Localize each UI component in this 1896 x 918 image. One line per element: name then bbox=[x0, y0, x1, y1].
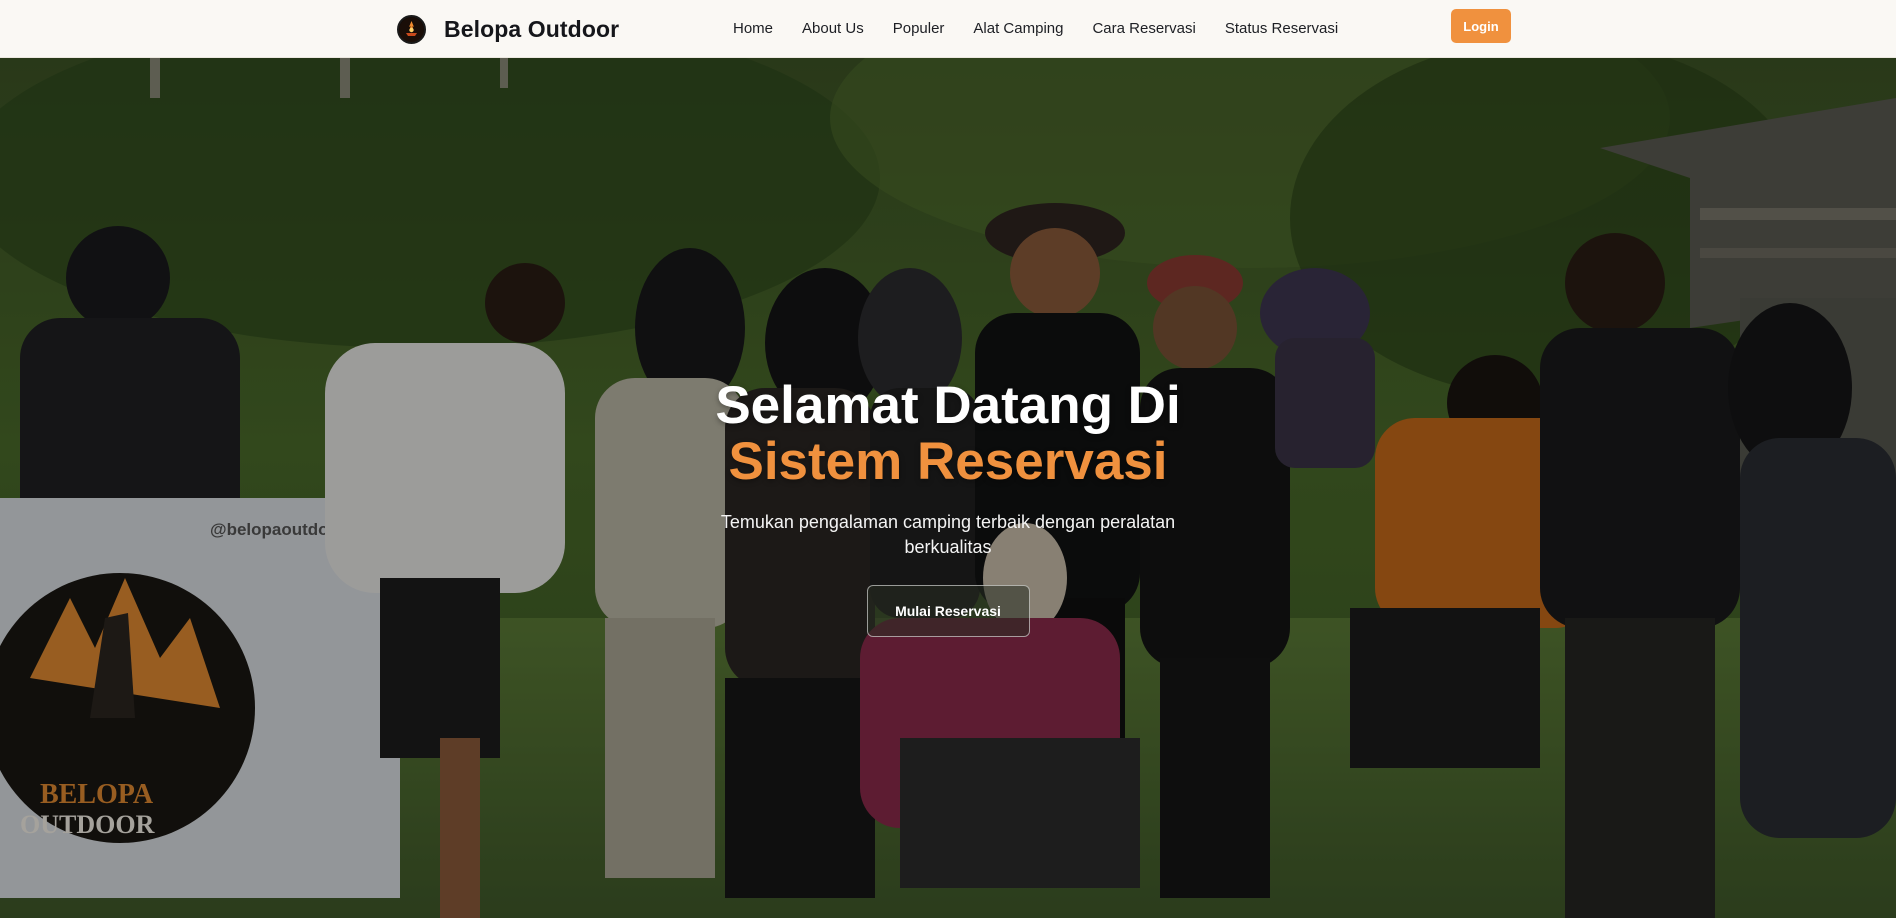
hero-title-accent: Sistem Reservasi bbox=[728, 432, 1168, 491]
campfire-logo-icon bbox=[397, 14, 426, 44]
main-nav: Home About Us Populer Alat Camping Cara … bbox=[733, 16, 1338, 42]
nav-link-about-us[interactable]: About Us bbox=[802, 20, 864, 37]
brand-home-link[interactable]: Belopa Outdoor bbox=[397, 12, 619, 46]
hero-title: Selamat Datang Di Sistem Reservasi bbox=[648, 378, 1248, 490]
nav-link-status-reservasi[interactable]: Status Reservasi bbox=[1225, 20, 1338, 37]
hero-subtitle: Temukan pengalaman camping terbaik denga… bbox=[720, 512, 1176, 557]
nav-link-populer[interactable]: Populer bbox=[893, 20, 945, 37]
brand-name: Belopa Outdoor bbox=[444, 15, 620, 42]
navbar: Belopa Outdoor Home About Us Populer Ala… bbox=[0, 0, 1896, 58]
hero-title-line1: Selamat Datang Di bbox=[715, 376, 1181, 435]
login-button[interactable]: Login bbox=[1451, 9, 1511, 43]
hero-section: @belopaoutdoor BELOPA OUTDOOR Selamat Da… bbox=[0, 58, 1896, 918]
start-reservation-button[interactable]: Mulai Reservasi bbox=[866, 585, 1030, 637]
nav-link-cara-reservasi[interactable]: Cara Reservasi bbox=[1092, 20, 1195, 37]
nav-link-home[interactable]: Home bbox=[733, 20, 773, 37]
hero-content: Selamat Datang Di Sistem Reservasi Temuk… bbox=[648, 378, 1248, 637]
nav-link-alat-camping[interactable]: Alat Camping bbox=[973, 20, 1063, 37]
